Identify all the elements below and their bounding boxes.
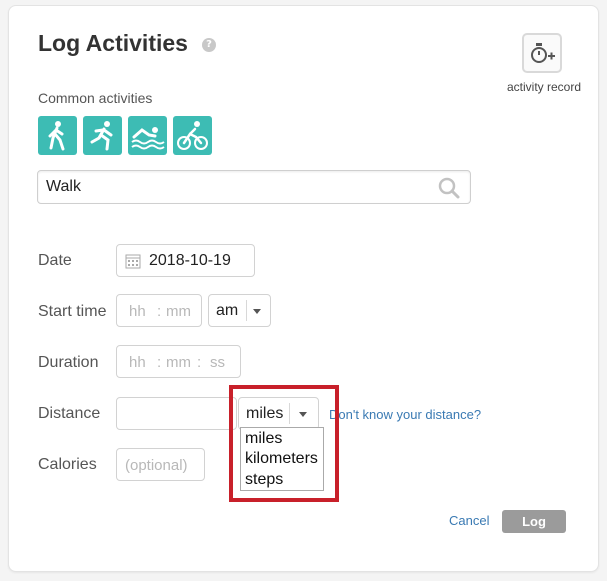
activity-search — [37, 170, 471, 204]
start-time-field[interactable]: hh : mm — [116, 294, 202, 327]
calories-input[interactable]: (optional) — [116, 448, 205, 481]
duration-hour-placeholder: hh — [129, 354, 146, 371]
start-minute-placeholder: mm — [166, 303, 191, 320]
calendar-icon — [125, 254, 141, 269]
activity-record-label: activity record — [506, 80, 582, 94]
duration-second-placeholder: ss — [210, 354, 225, 371]
swim-activity-button[interactable] — [128, 116, 167, 155]
swim-icon — [131, 127, 165, 150]
ampm-value: am — [216, 302, 239, 319]
distance-unit-value: miles — [246, 405, 284, 422]
distance-help-link[interactable]: Don't know your distance? — [329, 407, 481, 422]
unit-option-miles[interactable]: miles — [245, 430, 282, 448]
unit-option-kilometers[interactable]: kilometers — [245, 450, 318, 468]
duration-field[interactable]: hh : mm : ss — [116, 345, 241, 378]
bike-activity-button[interactable] — [173, 116, 212, 155]
date-value: 2018-10-19 — [149, 252, 231, 269]
calories-placeholder: (optional) — [125, 457, 188, 474]
bike-icon — [177, 121, 208, 150]
select-divider — [246, 300, 247, 321]
time-separator: : — [157, 303, 162, 320]
chevron-down-icon — [253, 309, 261, 314]
date-label: Date — [38, 252, 72, 269]
distance-unit-dropdown: miles kilometers steps — [240, 427, 324, 491]
select-divider — [289, 403, 290, 424]
walk-icon — [48, 121, 65, 151]
date-field[interactable]: 2018-10-19 — [116, 244, 255, 277]
time-separator: : — [197, 354, 202, 371]
start-hour-placeholder: hh — [129, 303, 146, 320]
start-time-label: Start time — [38, 303, 107, 320]
time-separator: : — [157, 354, 162, 371]
search-icon[interactable] — [438, 177, 460, 199]
ampm-select[interactable]: am — [208, 294, 271, 327]
stopwatch-plus-icon — [531, 43, 555, 63]
walk-activity-button[interactable] — [38, 116, 77, 155]
chevron-down-icon — [299, 412, 307, 417]
log-button[interactable]: Log — [502, 510, 566, 533]
duration-label: Duration — [38, 354, 99, 371]
activity-search-input[interactable] — [38, 171, 428, 203]
distance-label: Distance — [38, 405, 101, 422]
page-title: Log Activities — [38, 30, 188, 56]
duration-minute-placeholder: mm — [166, 354, 191, 371]
activity-record-button[interactable] — [522, 33, 562, 73]
run-activity-button[interactable] — [83, 116, 122, 155]
distance-input[interactable] — [116, 397, 237, 430]
unit-option-steps[interactable]: steps — [245, 471, 283, 489]
help-icon[interactable]: ? — [202, 38, 216, 52]
run-icon — [90, 121, 113, 151]
calories-label: Calories — [38, 456, 97, 473]
cancel-button[interactable]: Cancel — [449, 513, 489, 528]
common-activities-label: Common activities — [38, 90, 153, 106]
distance-unit-select[interactable]: miles — [238, 397, 319, 430]
